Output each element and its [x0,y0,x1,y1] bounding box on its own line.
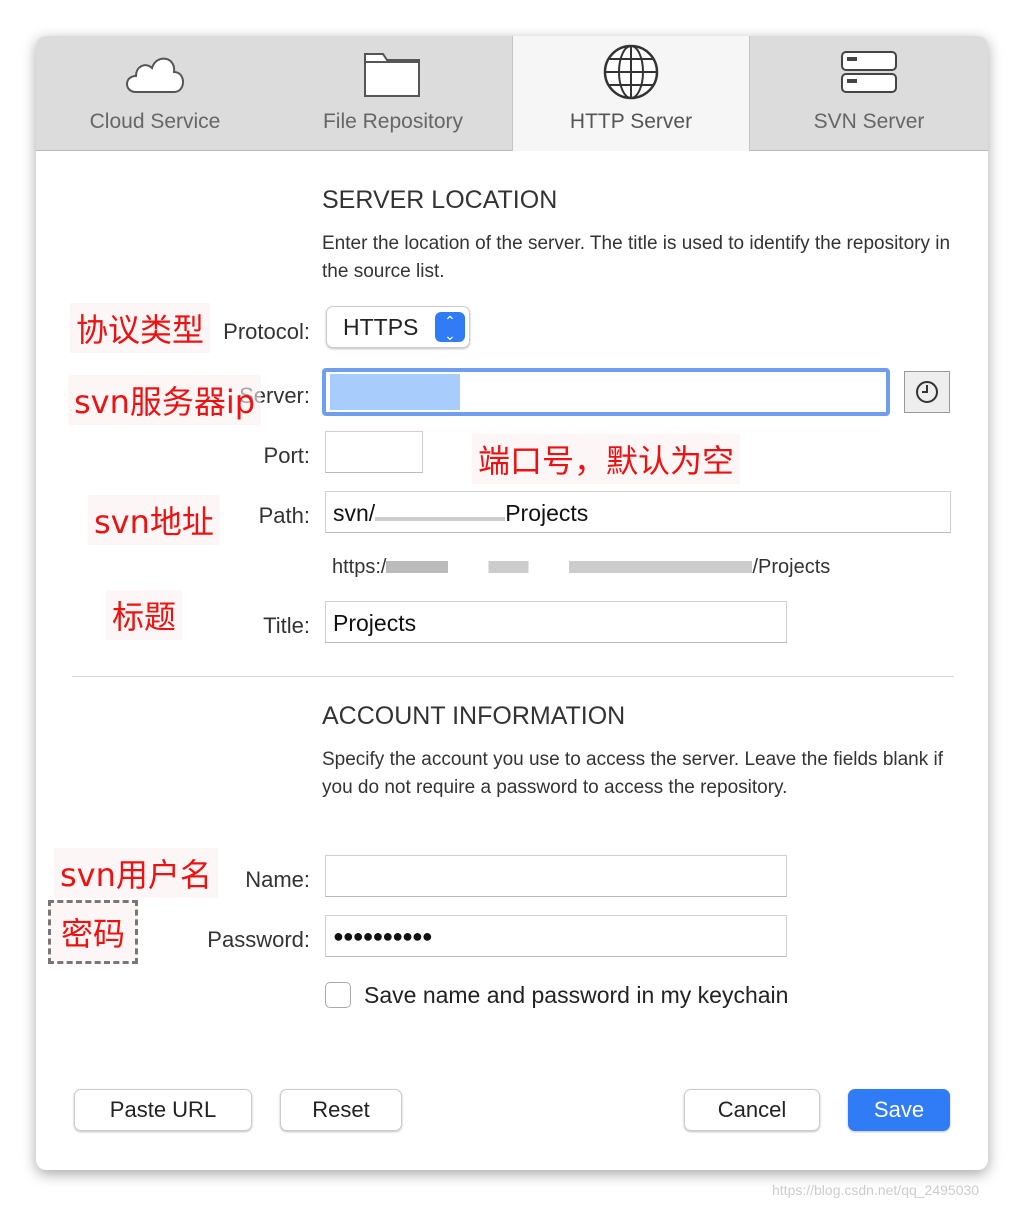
annotation-title: 标题 [106,590,183,640]
watermark: https://blog.csdn.net/qq_2495030 [772,1182,980,1198]
server-location-heading: SERVER LOCATION [322,186,558,214]
account-heading: ACCOUNT INFORMATION [322,702,626,730]
redacted-text [386,561,753,573]
tab-http-server[interactable]: HTTP Server [512,36,750,151]
tab-file-repository[interactable]: File Repository [274,36,512,151]
name-input[interactable] [325,855,787,897]
server-icon [841,51,897,93]
globe-icon [603,44,659,100]
keychain-checkbox[interactable] [325,982,351,1008]
clock-icon [916,381,938,403]
protocol-select[interactable]: HTTPS ⌃ ⌄ [326,306,470,348]
server-input[interactable] [322,368,890,416]
redacted-text [330,374,460,410]
chevron-updown-icon: ⌃ ⌄ [435,312,465,342]
password-label: Password: [207,927,310,952]
section-divider [72,676,954,677]
annotation-path: svn地址 [88,495,220,545]
url-preview: https://Projects [332,556,831,578]
reset-button[interactable]: Reset [280,1089,402,1131]
annotation-server: svn服务器ip [68,375,262,425]
tab-svn-server[interactable]: SVN Server [750,36,988,151]
paste-url-button[interactable]: Paste URL [74,1089,252,1131]
password-input[interactable]: ●●●●●●●●●● [325,915,787,957]
save-button[interactable]: Save [848,1089,950,1131]
server-location-description: Enter the location of the server. The ti… [322,233,951,282]
port-input[interactable] [325,431,423,473]
keychain-label[interactable]: Save name and password in my keychain [364,982,788,1009]
path-input[interactable]: svn/Projects [325,491,951,533]
account-description: Specify the account you use to access th… [322,749,944,798]
cloud-icon [126,57,184,93]
cancel-button[interactable]: Cancel [684,1089,820,1131]
recent-servers-button[interactable] [904,371,950,413]
tab-bar: Cloud Service File Repository HTTP Serve… [36,36,988,151]
redacted-text [375,501,506,521]
folder-icon [364,53,420,97]
annotation-name: svn用户名 [54,848,218,898]
title-input[interactable]: Projects [325,601,787,643]
tab-cloud-service[interactable]: Cloud Service [36,36,274,151]
annotation-password: 密码 [48,900,139,964]
port-label: Port: [263,443,310,468]
annotation-port: 端口号，默认为空 [472,434,741,484]
annotation-protocol: 协议类型 [70,303,211,353]
